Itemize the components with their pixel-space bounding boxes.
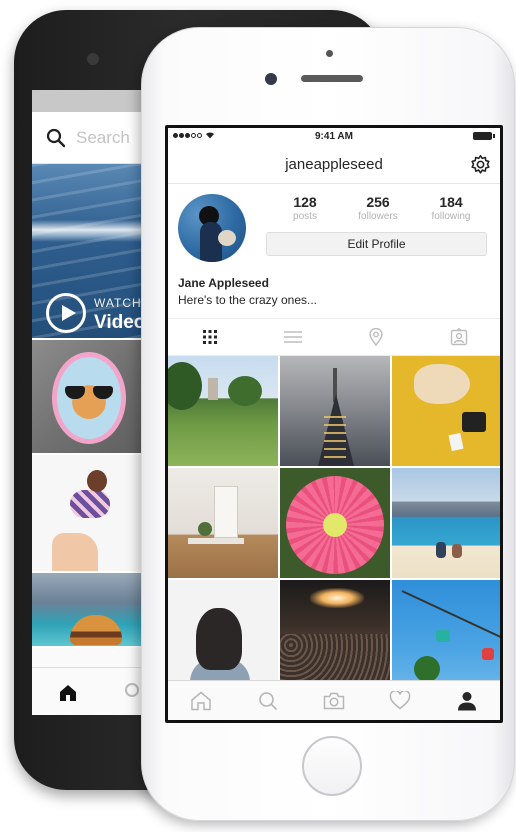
- home-button[interactable]: [302, 736, 362, 796]
- profile-bio: Here's to the crazy ones...: [178, 293, 318, 307]
- search-icon: [258, 691, 277, 710]
- grid-photo[interactable]: [392, 468, 500, 578]
- heart-icon: [390, 691, 411, 710]
- tab-home[interactable]: [168, 681, 234, 720]
- stat-label: posts: [293, 211, 317, 222]
- grid-photo[interactable]: [392, 356, 500, 466]
- profile-full-name: Jane Appleseed: [178, 276, 269, 290]
- profile-icon: [457, 691, 476, 710]
- search-placeholder: Search: [76, 127, 130, 147]
- home-icon[interactable]: [58, 684, 78, 702]
- stat-label: following: [431, 211, 471, 222]
- grid-photo[interactable]: [168, 356, 278, 466]
- tab-location[interactable]: [334, 319, 417, 355]
- status-bar: 9:41 AM: [168, 128, 500, 146]
- profile-screen: 9:41 AM janeappleseed 128 posts 256 foll…: [165, 125, 503, 723]
- profile-section: 128 posts 256 followers 184 following Ed…: [168, 184, 500, 318]
- bottom-tab-bar: [168, 680, 500, 720]
- tab-tagged[interactable]: [417, 319, 500, 355]
- list-icon: [283, 331, 302, 343]
- gear-icon[interactable]: [470, 154, 491, 175]
- grid-photo[interactable]: [392, 580, 500, 690]
- tab-camera[interactable]: [301, 681, 367, 720]
- front-speaker: [301, 75, 363, 82]
- stat-followers[interactable]: 256 followers: [345, 194, 411, 222]
- tab-search[interactable]: [234, 681, 300, 720]
- camera-icon: [323, 692, 345, 709]
- tab-grid[interactable]: [168, 319, 251, 355]
- stat-following[interactable]: 184 following: [418, 194, 484, 222]
- location-pin-icon: [368, 328, 383, 346]
- tab-profile[interactable]: [434, 681, 500, 720]
- grid-photo[interactable]: [280, 468, 390, 578]
- watch-label: WATCH: [94, 296, 142, 310]
- edit-profile-button[interactable]: Edit Profile: [266, 232, 487, 256]
- grid-photo[interactable]: [280, 580, 390, 690]
- play-icon[interactable]: [46, 293, 86, 333]
- profile-header: janeappleseed: [168, 146, 500, 184]
- stat-value: 184: [439, 194, 463, 210]
- photo-grid: [168, 356, 500, 690]
- tab-activity[interactable]: [367, 681, 433, 720]
- avatar[interactable]: [178, 194, 246, 262]
- grid-photo[interactable]: [168, 580, 278, 690]
- video-label: Video: [94, 312, 146, 333]
- front-phone: 9:41 AM janeappleseed 128 posts 256 foll…: [141, 27, 515, 821]
- front-camera: [265, 73, 277, 85]
- stat-posts[interactable]: 128 posts: [272, 194, 338, 222]
- tagged-photos-icon: [450, 328, 467, 346]
- grid-photo[interactable]: [168, 468, 278, 578]
- profile-view-tabs: [168, 318, 500, 356]
- stat-value: 128: [293, 194, 317, 210]
- back-camera: [87, 53, 99, 65]
- home-icon: [191, 691, 211, 710]
- battery-icon: [473, 132, 495, 140]
- front-sensor: [326, 50, 333, 57]
- username-title: janeappleseed: [285, 156, 383, 173]
- grid-photo[interactable]: [280, 356, 390, 466]
- search-icon: [46, 128, 66, 147]
- tab-list[interactable]: [251, 319, 334, 355]
- grid-icon: [202, 330, 217, 344]
- stat-value: 256: [366, 194, 390, 210]
- stat-label: followers: [358, 211, 398, 222]
- profile-stats: 128 posts 256 followers 184 following: [268, 194, 488, 222]
- status-time: 9:41 AM: [315, 131, 353, 142]
